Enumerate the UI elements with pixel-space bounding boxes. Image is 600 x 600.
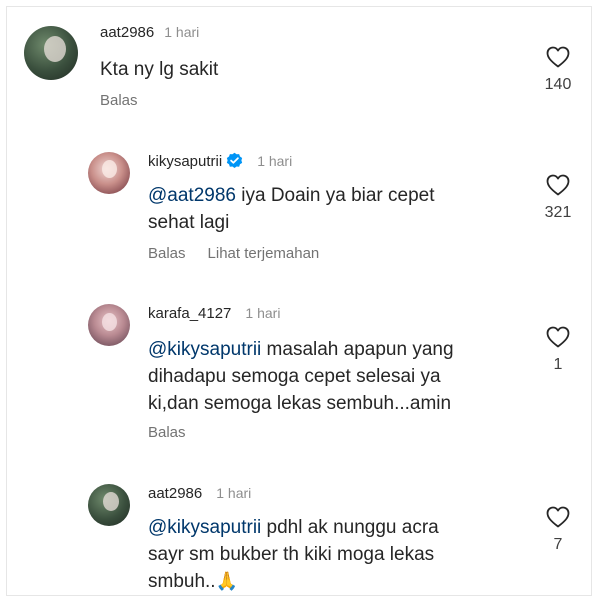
- comment-text-line: pdhl ak nunggu acra: [261, 517, 439, 538]
- comment-meta: kikysaputrii 1 hari: [148, 152, 292, 170]
- comment-actions: Balas Lihat terjemahan: [148, 245, 319, 262]
- timestamp: 1 hari: [257, 153, 293, 169]
- comment-meta: aat2986 1 hari: [100, 24, 199, 41]
- like-control: 140: [538, 46, 578, 94]
- comment-meta: karafa_4127 1 hari: [148, 305, 280, 322]
- like-count: 7: [553, 536, 563, 553]
- comment-text-line: dihadapu semoga cepet selesai ya: [148, 366, 441, 387]
- like-count: 140: [544, 76, 572, 93]
- verified-badge-icon: [227, 152, 243, 169]
- comment-meta: aat2986 1 hari: [148, 485, 251, 502]
- heart-icon[interactable]: [546, 174, 570, 196]
- timestamp: 1 hari: [245, 305, 281, 321]
- avatar-face: [103, 492, 119, 511]
- folded-hands-emoji: 🙏: [215, 571, 239, 591]
- like-count: 321: [544, 204, 572, 221]
- like-control: 7: [538, 506, 578, 554]
- reply-button[interactable]: Balas: [148, 245, 186, 262]
- username[interactable]: karafa_4127: [148, 305, 231, 322]
- timestamp: 1 hari: [216, 485, 252, 501]
- avatar[interactable]: [88, 152, 130, 194]
- comment-actions: Balas: [100, 92, 138, 109]
- like-count: 1: [553, 356, 563, 373]
- comment-text: @aat2986 iya Doain ya biar cepet sehat l…: [148, 182, 435, 236]
- heart-icon[interactable]: [546, 46, 570, 68]
- comment-text-line: iya Doain ya biar cepet: [235, 185, 435, 206]
- heart-icon[interactable]: [546, 326, 570, 348]
- username[interactable]: aat2986: [100, 24, 154, 41]
- avatar-face: [102, 313, 117, 331]
- mention-link[interactable]: @kikysaputrii: [148, 339, 261, 360]
- comment-text-line: ki,dan semoga lekas sembuh...amin: [148, 393, 452, 414]
- comment-text-line: sehat lagi: [148, 212, 230, 233]
- avatar-face: [102, 160, 117, 178]
- comment-text-line: masalah apapun yang: [261, 339, 454, 360]
- timestamp: 1 hari: [164, 24, 200, 40]
- mention-link[interactable]: @aat2986: [148, 185, 236, 206]
- like-control: 321: [538, 174, 578, 222]
- see-translation-button[interactable]: Lihat terjemahan: [208, 245, 320, 262]
- avatar[interactable]: [24, 26, 78, 80]
- comment-text: @kikysaputrii pdhl ak nunggu acra sayr s…: [148, 514, 439, 595]
- avatar-face: [44, 36, 66, 62]
- heart-icon[interactable]: [546, 506, 570, 528]
- reply-button[interactable]: Balas: [100, 92, 138, 109]
- username[interactable]: kikysaputrii: [148, 153, 222, 170]
- comment-actions: Balas: [148, 424, 186, 441]
- comment-text: Kta ny lg sakit: [100, 59, 219, 80]
- mention-link[interactable]: @kikysaputrii: [148, 517, 261, 538]
- comment-text: @kikysaputrii masalah apapun yang dihada…: [148, 336, 454, 417]
- avatar[interactable]: [88, 304, 130, 346]
- avatar[interactable]: [88, 484, 130, 526]
- username[interactable]: aat2986: [148, 485, 202, 502]
- comment-text-line: smbuh..: [148, 571, 216, 592]
- reply-button[interactable]: Balas: [148, 424, 186, 441]
- comment-text-line: sayr sm bukber th kiki moga lekas: [148, 544, 435, 565]
- like-control: 1: [538, 326, 578, 374]
